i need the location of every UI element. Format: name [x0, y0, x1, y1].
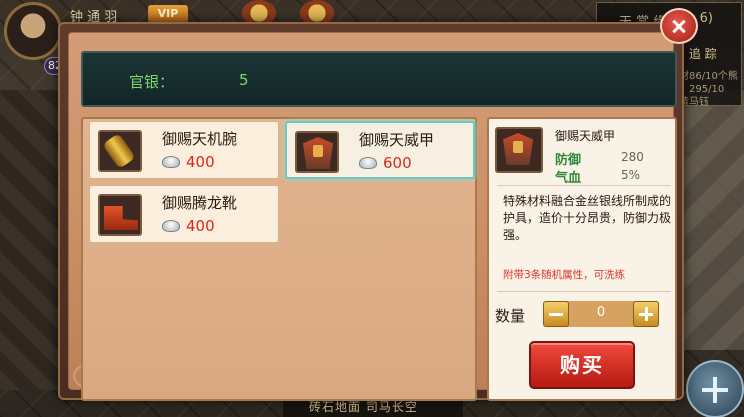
quantity-stepper: 0 [543, 301, 659, 327]
armor-icon [495, 127, 543, 173]
item-description: 特殊材料融合金丝银线所制成的护具，造价十分昂贵，防御力极强。 [503, 194, 672, 242]
close-icon[interactable] [660, 8, 698, 44]
item-detail-panel: 御赐天威甲 防御 280 气血 5% 特殊材料融合金丝银线所制成的护具，造价十分… [487, 117, 677, 401]
stat-hp-label: 气血 [555, 171, 582, 186]
shop-dialog: 官银： 5 御赐天机腕 400 御赐天威甲 600 御赐腾龙靴 400 御赐天威… [58, 22, 684, 401]
quest-tracker-count: 6) [699, 11, 713, 26]
shop-item-card-selected[interactable]: 御赐天威甲 600 [285, 121, 475, 179]
player-avatar[interactable] [4, 2, 62, 60]
detail-divider [497, 291, 671, 292]
quantity-plus-icon[interactable] [633, 301, 659, 327]
silver-label: 官银： [129, 73, 175, 91]
buy-button[interactable]: 购买 [529, 341, 635, 389]
detail-divider [497, 185, 671, 186]
quantity-value[interactable]: 0 [573, 305, 629, 323]
silver-value: 5 [239, 71, 249, 89]
dialog-body: 官银： 5 御赐天机腕 400 御赐天威甲 600 御赐腾龙靴 400 御赐天威… [68, 32, 677, 401]
shop-item-name: 御赐天威甲 [359, 131, 435, 149]
shop-item-name: 御赐天机腕 [162, 130, 238, 148]
shop-item-card[interactable]: 御赐天机腕 400 [89, 121, 279, 179]
shop-item-grid: 御赐天机腕 400 御赐天威甲 600 御赐腾龙靴 400 [81, 117, 477, 401]
silver-coin-icon [162, 220, 180, 232]
shop-item-card[interactable]: 御赐腾龙靴 400 [89, 185, 279, 243]
shop-item-price: 400 [186, 153, 215, 171]
shop-item-name: 御赐腾龙靴 [162, 194, 238, 212]
silver-coin-icon [162, 156, 180, 168]
silver-balance-bar: 官银： 5 [81, 51, 677, 107]
boots-icon [98, 194, 142, 236]
silver-coin-icon [359, 157, 377, 169]
item-extra-attributes: 附带3条随机属性，可洗练 [503, 269, 626, 281]
quantity-minus-icon[interactable] [543, 301, 569, 327]
vip-badge[interactable]: VIP [148, 5, 188, 23]
detail-item-name: 御赐天威甲 [555, 129, 616, 143]
stat-hp-value: 5% [621, 168, 641, 182]
expand-menu-plus-icon[interactable] [686, 360, 744, 417]
quantity-label: 数量 [495, 307, 526, 325]
shop-item-price: 600 [383, 154, 412, 172]
armor-icon [295, 131, 339, 173]
bracer-icon [98, 130, 142, 172]
shop-item-price: 400 [186, 217, 215, 235]
stat-defense-label: 防御 [555, 153, 582, 168]
buy-button-label: 购买 [560, 353, 604, 377]
stat-defense-value: 280 [621, 150, 644, 164]
